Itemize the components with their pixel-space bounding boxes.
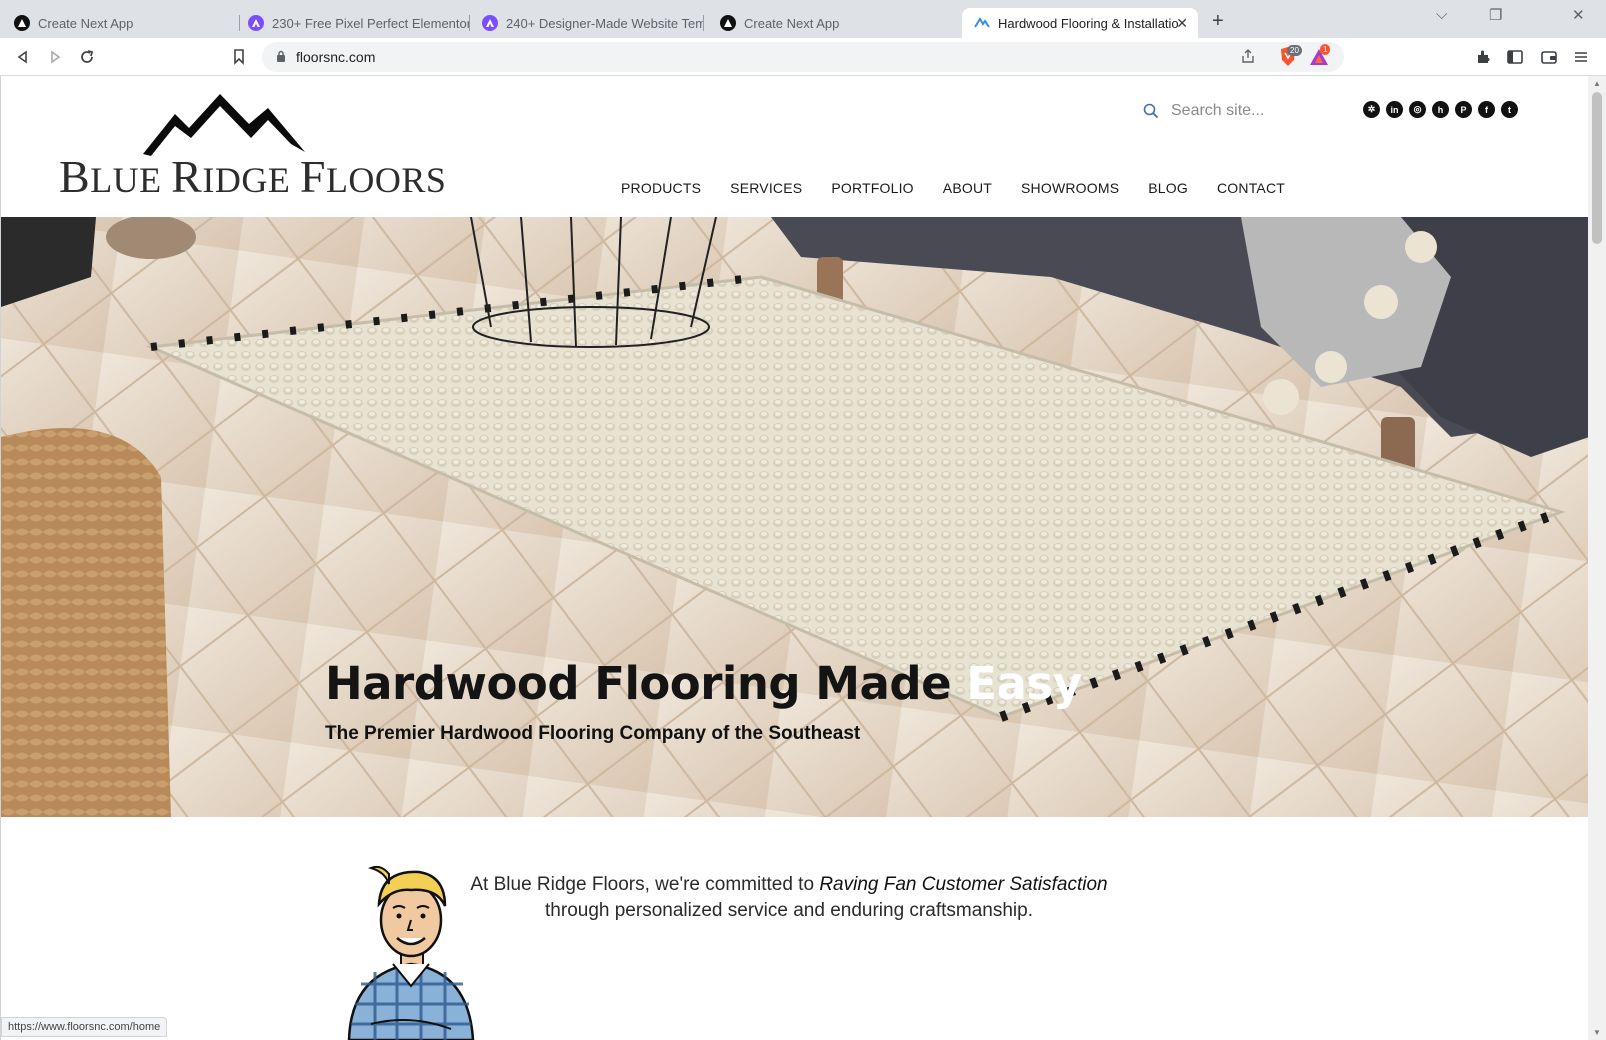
search-input[interactable] [1171, 102, 1321, 120]
browser-toolbar: floorsnc.com 20 1 [0, 38, 1606, 76]
url-text: floorsnc.com [296, 49, 376, 65]
close-window-icon[interactable]: ✕ [1572, 6, 1585, 24]
browser-tab[interactable]: 230+ Free Pixel Perfect Elementor Tem [236, 8, 470, 38]
browser-tab-active[interactable]: Hardwood Flooring & Installation ✕ [962, 8, 1198, 38]
address-bar[interactable]: floorsnc.com 20 1 [262, 42, 1344, 72]
nav-blog[interactable]: BLOG [1148, 180, 1188, 196]
tab-close-icon[interactable]: ✕ [1176, 15, 1188, 32]
browser-tab[interactable]: Create Next App [2, 8, 240, 38]
browser-tab[interactable]: 240+ Designer-Made Website Templat [470, 8, 704, 38]
twitter-icon[interactable]: t [1501, 101, 1518, 118]
rewards-icon[interactable]: 1 [1308, 44, 1331, 68]
tab-title: Create Next App [744, 15, 840, 31]
link-status-bar: https://www.floorsnc.com/home [1, 1017, 168, 1037]
nav-products[interactable]: PRODUCTS [621, 180, 701, 196]
shields-count: 20 [1287, 45, 1302, 56]
wallet-icon[interactable] [1538, 46, 1560, 68]
minimize-icon[interactable]: ⌵ [1436, 6, 1447, 23]
tab-separator [703, 15, 704, 31]
reload-icon[interactable] [76, 46, 98, 68]
scroll-down-icon[interactable]: ▼ [1593, 1028, 1601, 1037]
menu-icon[interactable] [1570, 46, 1592, 68]
tab-title: Hardwood Flooring & Installation [998, 15, 1178, 31]
web-page: BLUE RIDGE FLOORS ✲ in ◎ h P f t PRODUCT… [0, 76, 1588, 1040]
forward-icon[interactable] [44, 46, 66, 68]
scroll-up-icon[interactable]: ▲ [1593, 79, 1601, 88]
back-icon[interactable] [12, 46, 34, 68]
nav-showrooms[interactable]: SHOWROOMS [1021, 180, 1119, 196]
lock-icon [277, 50, 285, 62]
bookmark-icon[interactable] [228, 46, 250, 68]
next-icon [720, 15, 736, 31]
social-links: ✲ in ◎ h P f t [1363, 101, 1518, 118]
new-tab-button[interactable]: + [1212, 10, 1224, 33]
linkedin-icon[interactable]: in [1386, 101, 1403, 118]
tab-title: 230+ Free Pixel Perfect Elementor Tem [272, 15, 470, 31]
logo-wordmark: BLUE RIDGE FLOORS [59, 151, 447, 202]
main-nav: PRODUCTS SERVICES PORTFOLIO ABOUT SHOWRO… [621, 180, 1314, 196]
page-scrollbar[interactable]: ▲ ▼ [1588, 76, 1606, 1040]
nav-services[interactable]: SERVICES [730, 180, 802, 196]
hero-subtitle: The Premier Hardwood Flooring Company of… [325, 723, 861, 744]
hero-banner: Hardwood Flooring Made Easy The Premier … [1, 217, 1588, 817]
brf-icon [974, 15, 990, 31]
nav-contact[interactable]: CONTACT [1217, 180, 1285, 196]
next-icon [14, 15, 30, 31]
mountains-logo-icon [143, 94, 305, 156]
yelp-icon[interactable]: ✲ [1363, 101, 1380, 118]
search-icon[interactable] [1143, 103, 1159, 119]
extensions-icon[interactable] [1472, 46, 1494, 68]
tab-title: 240+ Designer-Made Website Templat [506, 15, 704, 31]
site-search[interactable] [1143, 98, 1343, 124]
pinterest-icon[interactable]: P [1455, 101, 1472, 118]
instagram-icon[interactable]: ◎ [1409, 101, 1426, 118]
restore-icon[interactable]: ❐ [1489, 6, 1502, 24]
nav-about[interactable]: ABOUT [943, 180, 992, 196]
facebook-icon[interactable]: f [1478, 101, 1495, 118]
tab-title: Create Next App [38, 15, 134, 31]
houzz-icon[interactable]: h [1432, 101, 1449, 118]
brave-shields-icon[interactable]: 20 [1278, 45, 1302, 68]
intro-text: At Blue Ridge Floors, we're committed to… [470, 874, 1108, 921]
astra-icon [482, 15, 498, 31]
tab-strip: Create Next App 230+ Free Pixel Perfect … [0, 0, 1606, 38]
sidebar-icon[interactable] [1504, 46, 1526, 68]
scrollbar-thumb[interactable] [1592, 92, 1602, 244]
astra-icon [248, 15, 264, 31]
site-logo[interactable]: BLUE RIDGE FLOORS [59, 94, 446, 206]
share-icon[interactable] [1240, 48, 1256, 67]
nav-portfolio[interactable]: PORTFOLIO [831, 180, 913, 196]
hero-title: Hardwood Flooring Made Easy [325, 657, 1082, 710]
mascot-illustration [347, 865, 475, 1040]
browser-tab[interactable]: Create Next App [708, 8, 942, 38]
